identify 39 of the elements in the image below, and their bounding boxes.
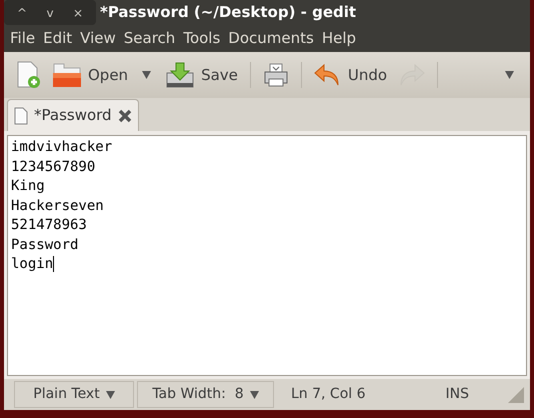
text-line: Hackerseven — [11, 196, 104, 216]
caret-icon — [142, 71, 152, 79]
open-button[interactable]: Open — [50, 57, 130, 93]
menu-item[interactable]: Edit — [40, 27, 76, 50]
close-icon[interactable] — [118, 108, 132, 122]
text-editor[interactable]: imdvivhacker 1234567890 King Hackerseven 521478963 Password login — [7, 135, 527, 376]
insert-mode: INS — [446, 385, 469, 404]
new-document-icon — [16, 61, 42, 89]
cursor-position: Ln 7, Col 6 — [291, 385, 366, 404]
language-dropdown[interactable]: Plain Text — [14, 381, 134, 408]
window-title: *Password (~/Desktop) - gedit — [100, 2, 356, 24]
tab-label: *Password — [34, 105, 112, 126]
menu-item[interactable]: Search — [120, 27, 178, 50]
menu-item[interactable]: Tools — [180, 27, 224, 50]
caret-icon — [106, 390, 115, 398]
caret-icon — [505, 71, 514, 79]
text-line: Password — [11, 236, 78, 254]
tab-width-dropdown[interactable]: Tab Width: 8 — [137, 381, 274, 408]
window-control-button[interactable]: v — [36, 2, 64, 24]
caret-icon — [250, 390, 259, 398]
save-button[interactable]: Save — [163, 57, 240, 93]
menu-item[interactable]: View — [77, 27, 119, 50]
menu-item[interactable]: File — [7, 27, 38, 50]
text-line: imdvivhacker — [11, 138, 112, 157]
document-icon — [14, 106, 28, 124]
window-control-button[interactable]: × — [64, 2, 92, 24]
resize-grip-icon[interactable] — [508, 386, 524, 402]
folder-icon — [52, 62, 82, 88]
menu-item[interactable]: Help — [318, 27, 360, 50]
printer-icon — [262, 62, 289, 88]
undo-button[interactable]: Undo — [312, 57, 390, 93]
document-tab[interactable]: *Password — [7, 99, 139, 131]
text-line: King — [11, 177, 45, 196]
save-drive-icon — [165, 61, 196, 89]
text-line: login — [11, 255, 54, 274]
window-control-button[interactable]: ^ — [8, 2, 36, 24]
text-line: 521478963 — [11, 216, 87, 235]
text-line: 1234567890 — [11, 158, 96, 176]
menu-item[interactable]: Documents — [225, 27, 317, 50]
